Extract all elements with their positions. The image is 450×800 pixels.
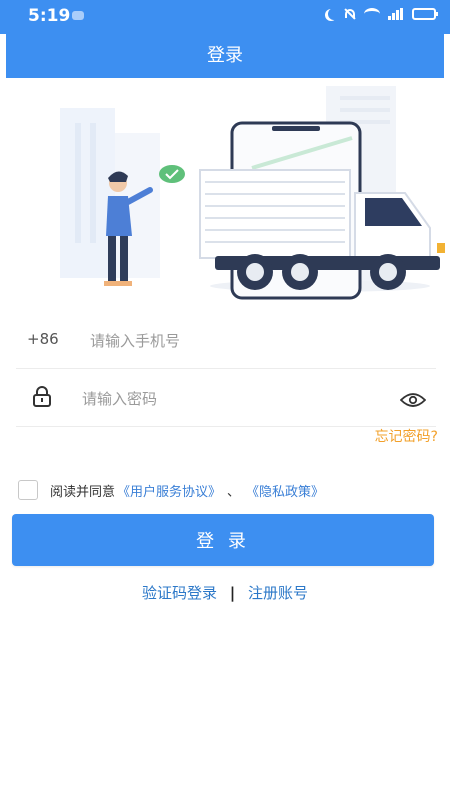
agreement-checkbox[interactable] — [18, 480, 38, 500]
forgot-password-link[interactable]: 忘记密码? — [375, 426, 438, 446]
status-icons — [324, 8, 438, 20]
agreement-row: 阅读并同意 《用户服务协议》 、 《隐私政策》 — [18, 479, 324, 501]
password-input[interactable] — [80, 384, 364, 414]
status-bar: 5:19 — [0, 0, 450, 34]
login-button[interactable]: 登 录 — [12, 514, 434, 566]
user-agreement-link[interactable]: 《用户服务协议》 — [117, 481, 221, 500]
password-row — [16, 370, 436, 427]
network-icon — [72, 11, 84, 20]
link-divider: | — [229, 584, 236, 602]
sms-login-link[interactable]: 验证码登录 — [142, 584, 217, 602]
moon-icon — [328, 8, 340, 20]
signal-icon — [388, 8, 404, 20]
bottom-links: 验证码登录 | 注册账号 — [0, 582, 450, 603]
lock-icon — [33, 386, 51, 407]
agreement-separator: 、 — [227, 484, 241, 500]
country-code[interactable]: +86 — [27, 330, 59, 348]
header-title: 登录 — [6, 34, 444, 78]
phone-row: +86 — [16, 312, 436, 369]
register-link[interactable]: 注册账号 — [248, 584, 308, 602]
agreement-prefix: 阅读并同意 — [50, 484, 116, 500]
status-time: 5:19 — [28, 6, 71, 26]
battery-icon — [412, 8, 438, 20]
eye-icon[interactable] — [400, 392, 426, 408]
mute-icon — [344, 8, 356, 20]
wifi-icon — [364, 8, 380, 20]
phone-input[interactable] — [88, 326, 392, 356]
privacy-policy-link[interactable]: 《隐私政策》 — [246, 481, 324, 500]
hero-illustration — [0, 78, 450, 308]
